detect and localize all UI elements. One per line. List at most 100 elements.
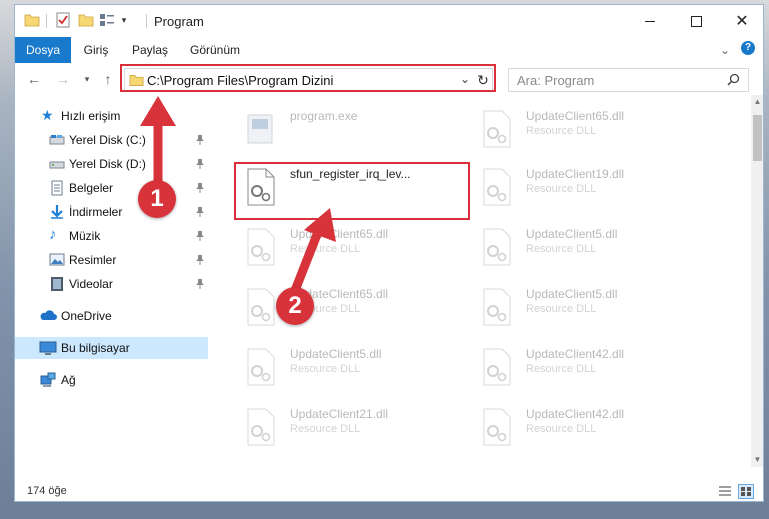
search-box[interactable]: Ara: Program xyxy=(508,68,749,92)
sidebar-item-label: Yerel Disk (D:) xyxy=(69,157,146,171)
drive-icon xyxy=(49,132,65,148)
vertical-scrollbar[interactable]: ▲ ▼ xyxy=(751,95,763,467)
file-item[interactable]: UpdateClient65.dll Resource DLL xyxy=(470,99,706,157)
sidebar-item-label: OneDrive xyxy=(61,309,112,323)
file-name: UpdateClient42.dll xyxy=(526,347,625,361)
file-item[interactable]: UpdateClient5.dll Resource DLL xyxy=(470,277,706,335)
sidebar-item-downloads[interactable]: İndirmeler xyxy=(15,201,208,223)
file-type: Resource DLL xyxy=(526,423,597,435)
file-item[interactable]: UpdateClient65.dll Resource DLL xyxy=(234,217,470,275)
pin-icon xyxy=(195,134,205,146)
file-item[interactable]: UpdateClient19.dll Resource DLL xyxy=(470,157,706,215)
divider xyxy=(46,14,47,28)
sidebar-item-label: Belgeler xyxy=(69,181,114,195)
navigation-pane: ★ Hızlı erişim Yerel Disk (C:) Yerel Dis… xyxy=(15,95,208,467)
scroll-up-arrow-icon[interactable]: ▲ xyxy=(751,97,763,106)
dll-file-icon xyxy=(478,227,514,267)
dll-file-icon xyxy=(478,287,514,327)
file-item[interactable]: UpdateClient65.dll Resource DLL xyxy=(234,277,470,335)
pin-icon xyxy=(195,206,205,218)
dll-file-icon xyxy=(478,167,514,207)
sidebar-item-label: Yerel Disk (C:) xyxy=(69,133,146,147)
tab-paylas[interactable]: Paylaş xyxy=(127,37,173,63)
title-bar: ▾ Program ✕ xyxy=(15,5,763,37)
ribbon-expand-icon[interactable]: ⌄ xyxy=(720,43,730,57)
large-icons-view-icon[interactable] xyxy=(738,484,754,499)
file-name: program.exe xyxy=(290,109,358,123)
sidebar-item-quick-access[interactable]: ★ Hızlı erişim xyxy=(15,105,208,127)
maximize-button[interactable] xyxy=(673,5,719,37)
scroll-down-arrow-icon[interactable]: ▼ xyxy=(751,455,763,464)
step-badge-2: 2 xyxy=(276,287,314,325)
file-item[interactable]: UpdateClient42.dll Resource DLL xyxy=(470,397,706,455)
details-view-icon[interactable] xyxy=(718,485,732,500)
search-placeholder: Ara: Program xyxy=(517,73,595,88)
documents-icon xyxy=(49,180,65,196)
up-arrow-icon[interactable]: ↑ xyxy=(98,70,118,88)
back-arrow-icon[interactable]: ← xyxy=(24,70,44,88)
cloud-icon xyxy=(39,308,57,324)
sidebar-item-network[interactable]: Ağ xyxy=(15,369,208,391)
file-item[interactable]: UpdateClient21.dll Resource DLL xyxy=(234,397,470,455)
pin-icon xyxy=(195,278,205,290)
divider xyxy=(146,14,147,28)
sidebar-item-label: İndirmeler xyxy=(69,205,123,219)
file-name: UpdateClient42.dll xyxy=(526,407,625,421)
file-item[interactable]: UpdateClient42.dll Resource DLL xyxy=(470,337,706,395)
help-icon[interactable]: ? xyxy=(741,41,755,55)
file-type: Resource DLL xyxy=(526,303,597,315)
videos-icon xyxy=(49,276,65,292)
sidebar-item-local-disk-d[interactable]: Yerel Disk (D:) xyxy=(15,153,208,175)
sidebar-item-documents[interactable]: Belgeler xyxy=(15,177,208,199)
tab-gorunum[interactable]: Görünüm xyxy=(187,37,243,63)
dropdown-icon[interactable]: ▾ xyxy=(116,12,132,28)
new-folder-icon[interactable] xyxy=(78,12,94,28)
item-count: 174 öğe xyxy=(27,485,67,497)
drive-icon xyxy=(49,156,65,172)
sidebar-item-local-disk-c[interactable]: Yerel Disk (C:) xyxy=(15,129,208,151)
file-item[interactable]: program.exe xyxy=(234,99,470,157)
sidebar-item-onedrive[interactable]: OneDrive xyxy=(15,305,208,327)
sidebar-item-videos[interactable]: Videolar xyxy=(15,273,208,295)
dll-file-icon xyxy=(242,347,278,387)
file-item[interactable]: UpdateClient5.dll Resource DLL xyxy=(470,217,706,275)
forward-arrow-icon[interactable]: → xyxy=(53,70,73,88)
recent-locations-icon[interactable]: ▾ xyxy=(77,70,97,88)
file-item[interactable]: UpdateClient5.dll Resource DLL xyxy=(234,337,470,395)
sidebar-item-pictures[interactable]: Resimler xyxy=(15,249,208,271)
network-icon xyxy=(39,372,56,388)
close-button[interactable]: ✕ xyxy=(719,5,763,37)
star-icon: ★ xyxy=(41,107,54,123)
sidebar-item-this-pc[interactable]: Bu bilgisayar xyxy=(15,337,208,359)
file-type: Resource DLL xyxy=(290,243,361,255)
sidebar-item-music[interactable]: ♪ Müzik xyxy=(15,225,208,247)
dll-file-icon xyxy=(242,227,278,267)
sidebar-item-label: Hızlı erişim xyxy=(61,109,121,123)
file-type: Resource DLL xyxy=(526,243,597,255)
tab-giris[interactable]: Giriş xyxy=(77,37,115,63)
file-name: UpdateClient5.dll xyxy=(526,287,618,301)
pin-icon xyxy=(195,182,205,194)
dll-file-icon xyxy=(242,287,278,327)
music-icon: ♪ xyxy=(49,226,57,243)
dll-file-icon xyxy=(478,407,514,447)
pin-icon xyxy=(195,230,205,242)
dll-file-icon xyxy=(242,407,278,447)
tab-dosya[interactable]: Dosya xyxy=(15,37,71,63)
file-type: Resource DLL xyxy=(290,423,361,435)
search-icon xyxy=(727,73,740,89)
pictures-icon xyxy=(49,252,65,268)
scroll-thumb[interactable] xyxy=(753,115,762,161)
file-type: Resource DLL xyxy=(526,125,597,137)
properties-icon[interactable] xyxy=(55,12,71,28)
minimize-button[interactable] xyxy=(627,5,673,37)
computer-icon xyxy=(39,340,57,356)
file-list: program.exe UpdateClient65.dll Resource … xyxy=(208,95,751,467)
close-icon: ✕ xyxy=(735,13,749,30)
minimize-icon xyxy=(645,20,655,22)
view-options-icon[interactable] xyxy=(99,12,115,28)
file-name: UpdateClient19.dll xyxy=(526,167,625,181)
file-type: Resource DLL xyxy=(290,363,361,375)
file-name: UpdateClient5.dll xyxy=(290,347,382,361)
file-type: Resource DLL xyxy=(526,363,597,375)
